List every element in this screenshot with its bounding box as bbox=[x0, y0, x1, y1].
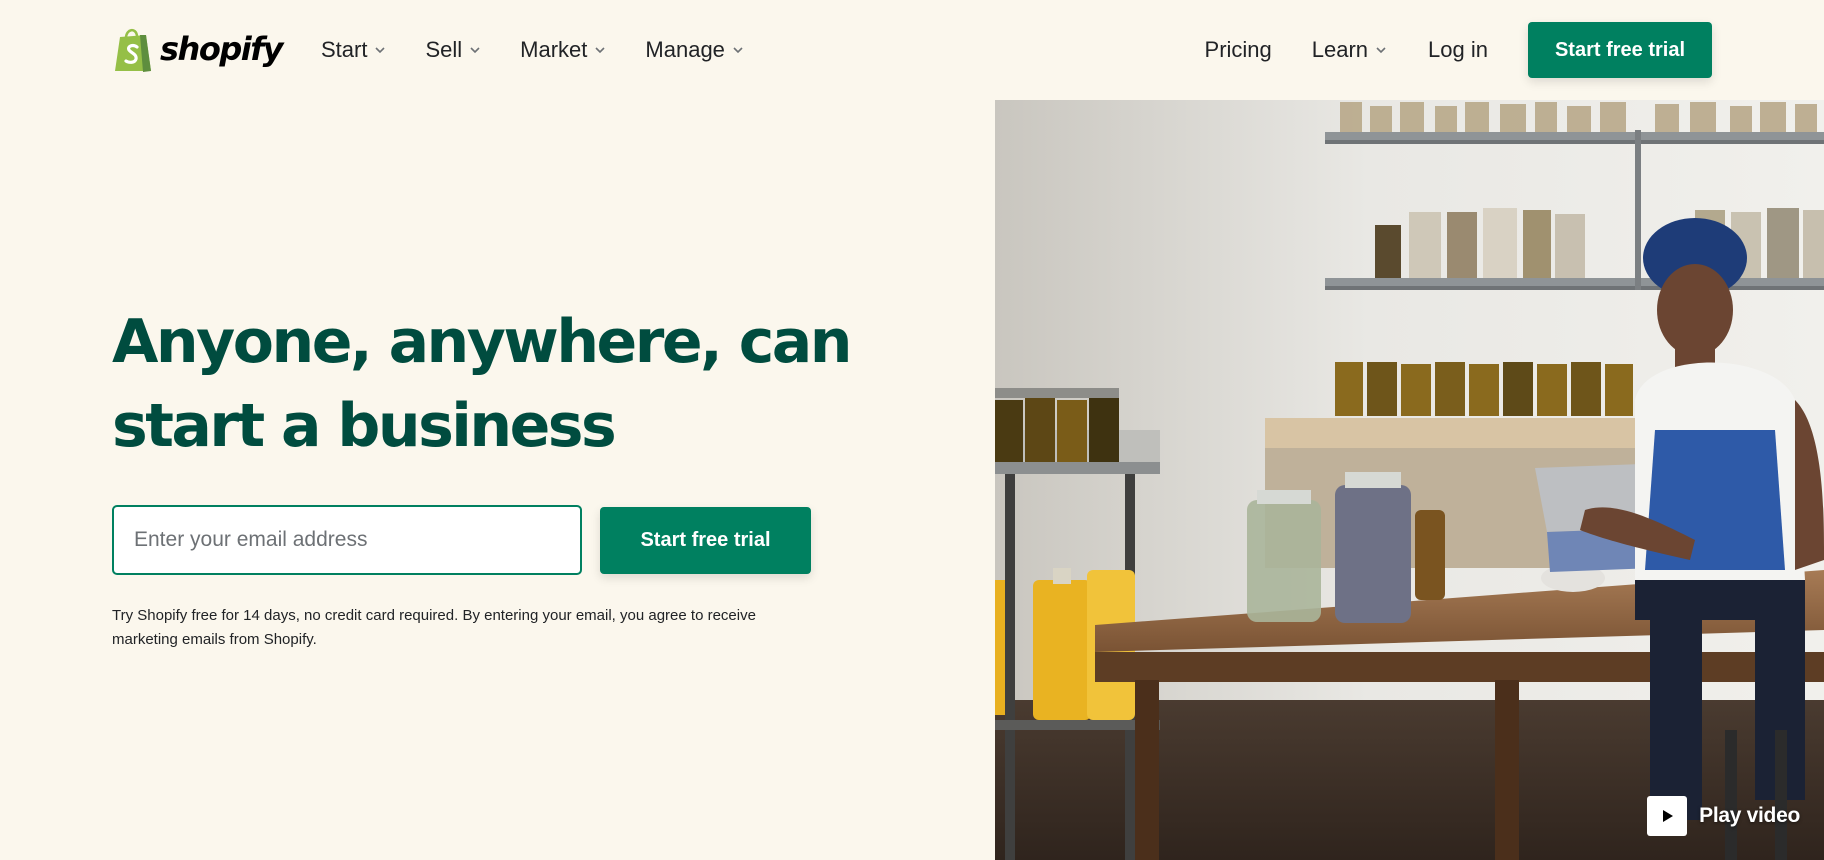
play-icon bbox=[1647, 796, 1688, 836]
nav-sell-label: Sell bbox=[425, 37, 463, 62]
email-input[interactable] bbox=[112, 505, 582, 575]
nav-manage[interactable]: Manage bbox=[645, 37, 745, 63]
chevron-down-icon bbox=[733, 47, 743, 54]
nav-sell[interactable]: Sell bbox=[425, 37, 482, 63]
play-video-button[interactable]: Play video bbox=[1647, 796, 1800, 836]
hero-heading: Anyone, anywhere, can start a business bbox=[112, 300, 872, 468]
hero-heading-line-2: start a business bbox=[112, 391, 617, 461]
header-start-trial-button[interactable]: Start free trial bbox=[1528, 22, 1712, 78]
nav-learn-label: Learn bbox=[1311, 37, 1369, 62]
trial-disclaimer: Try Shopify free for 14 days, no credit … bbox=[112, 604, 812, 652]
nav-market-label: Market bbox=[520, 37, 588, 62]
disclaimer-line-1: Try Shopify free for 14 days, no credit … bbox=[112, 607, 756, 624]
chevron-down-icon bbox=[470, 47, 480, 54]
hero-start-trial-button[interactable]: Start free trial bbox=[600, 507, 811, 574]
nav-market[interactable]: Market bbox=[520, 37, 607, 63]
chevron-down-icon bbox=[1376, 47, 1386, 54]
shopify-bag-icon bbox=[115, 29, 151, 72]
logo-wordmark: shopify bbox=[160, 30, 283, 68]
shopify-logo[interactable]: shopify bbox=[112, 24, 283, 74]
nav-start[interactable]: Start bbox=[321, 37, 387, 63]
hero-heading-line-1: Anyone, anywhere, can bbox=[112, 307, 852, 377]
disclaimer-line-2: marketing emails from Shopify. bbox=[112, 631, 317, 648]
hero-image: Play video bbox=[995, 100, 1824, 860]
nav-pricing[interactable]: Pricing bbox=[1205, 37, 1272, 63]
play-video-label: Play video bbox=[1699, 804, 1800, 827]
nav-manage-label: Manage bbox=[645, 37, 725, 62]
nav-learn[interactable]: Learn bbox=[1312, 37, 1388, 63]
site-header: shopify Start Sell Market Manage Pricing… bbox=[0, 0, 1824, 100]
workshop-illustration bbox=[995, 100, 1824, 860]
chevron-down-icon bbox=[375, 47, 386, 54]
chevron-down-icon bbox=[595, 47, 605, 54]
nav-start-label: Start bbox=[321, 37, 368, 62]
login-link[interactable]: Log in bbox=[1428, 37, 1488, 63]
secondary-nav: Pricing Learn Log in Start free trial bbox=[1205, 22, 1712, 78]
primary-nav: Start Sell Market Manage bbox=[321, 32, 745, 68]
